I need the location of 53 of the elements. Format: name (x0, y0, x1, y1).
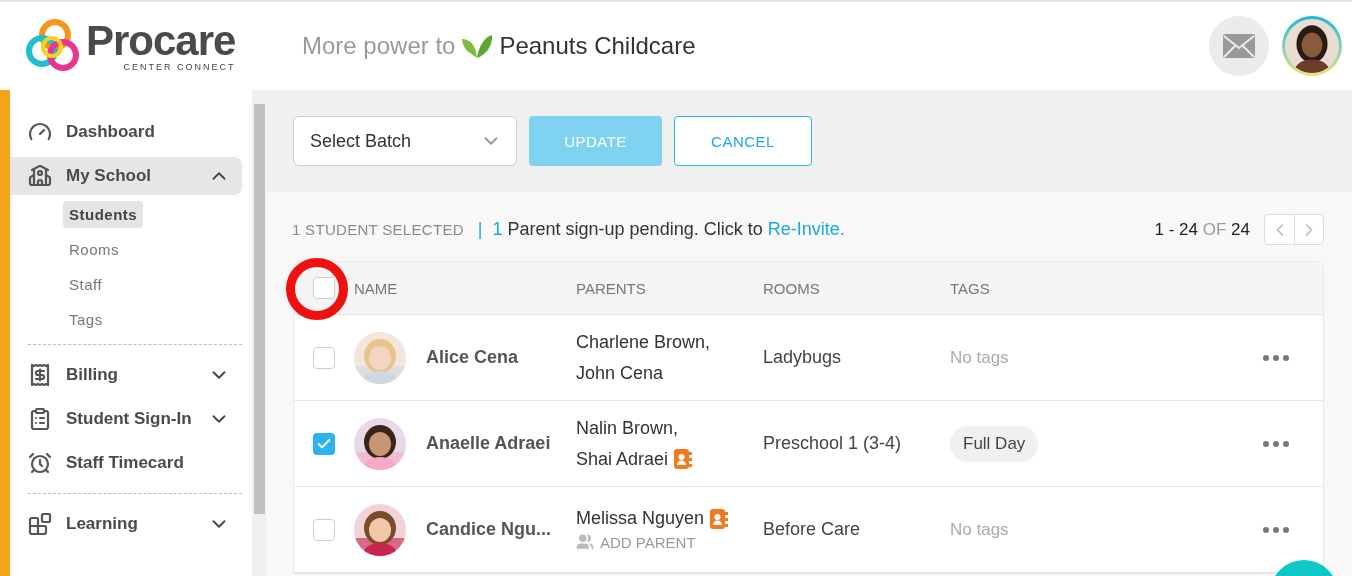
scrollbar[interactable] (252, 90, 266, 576)
selection-count: 1 STUDENT SELECTED (292, 221, 464, 238)
room-name: Ladybugs (763, 347, 843, 368)
school-icon (28, 164, 52, 188)
parent-name: Shai Adraei (576, 448, 669, 470)
tag-chip: Full Day (950, 425, 1039, 462)
nav-subitem[interactable]: Tags (63, 306, 109, 333)
blocks-icon (28, 512, 52, 536)
parent-name: Nalin Brown, (576, 417, 679, 439)
tagline: More power to (302, 32, 456, 60)
empty-tags-text: No tags (950, 519, 1009, 540)
column-header: PARENTS (576, 279, 647, 297)
nav-item[interactable]: Learning (10, 505, 242, 543)
nav-item[interactable]: Billing (10, 356, 242, 394)
nav-item[interactable]: Staff Timecard (10, 444, 242, 482)
student-name[interactable]: Alice Cena (426, 347, 576, 368)
row-checkbox[interactable] (313, 518, 335, 541)
logo-subtitle: CENTER CONNECT (123, 62, 236, 72)
school-name: Peanuts Childcare (499, 32, 696, 60)
parent-name: John Cena (576, 362, 664, 384)
separator: | (477, 219, 483, 240)
row-checkbox[interactable] (313, 432, 335, 455)
pending-count: 1 (492, 219, 503, 240)
row-checkbox[interactable] (313, 346, 335, 369)
nav-subitem[interactable]: Rooms (63, 236, 125, 263)
nav-item[interactable]: My School (10, 157, 242, 195)
profile-avatar[interactable] (1282, 16, 1342, 76)
logo-name: Procare (86, 20, 236, 62)
checklist-icon (28, 407, 52, 431)
leaf-icon (461, 33, 494, 59)
column-header: ROOMS (763, 279, 821, 297)
nav-item[interactable]: Dashboard (10, 113, 242, 151)
receipt-icon (28, 363, 52, 387)
alarm-clock-icon (28, 451, 52, 475)
parent-name: Charlene Brown, (576, 331, 711, 353)
select-all-checkbox[interactable] (313, 277, 335, 299)
page-range: 1 - 24 OF 24 (1154, 219, 1250, 240)
room-name: Before Care (763, 519, 862, 540)
column-header: NAME (354, 279, 399, 297)
batch-select[interactable]: Select Batch (293, 116, 517, 166)
mail-icon (1223, 34, 1255, 58)
student-name[interactable]: Candice Ngu... (426, 519, 576, 540)
logo-icon (26, 18, 82, 74)
room-name: Preschool 1 (3-4) (763, 433, 903, 454)
nav-item[interactable]: Student Sign-In (10, 400, 242, 438)
column-header: TAGS (950, 279, 991, 297)
student-name[interactable]: Anaelle Adraei (426, 433, 576, 454)
pending-message: Parent sign-up pending. Click to (507, 219, 763, 240)
people-icon (576, 533, 594, 551)
nav-subitem[interactable]: Students (63, 201, 144, 228)
parent-name: Melissa Nguyen (576, 508, 705, 529)
empty-tags-text: No tags (950, 347, 1009, 368)
nav-subitem[interactable]: Staff (63, 271, 109, 298)
